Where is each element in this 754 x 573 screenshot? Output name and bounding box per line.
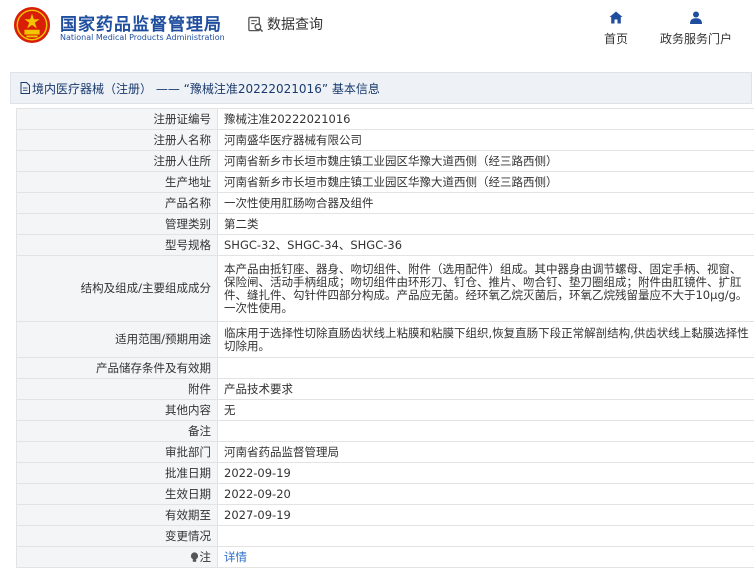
field-value: 产品技术要求 (217, 378, 754, 400)
field-label: 型号规格 (16, 234, 218, 256)
field-label: 产品储存条件及有效期 (16, 357, 218, 379)
field-value: 无 (217, 399, 754, 421)
nav-portal-label: 政务服务门户 (660, 32, 733, 46)
field-value: SHGC-32、SHGC-34、SHGC-36 (217, 234, 754, 256)
field-value: 2022-09-19 (217, 462, 754, 484)
field-label: 结构及组成/主要组成成分 (16, 255, 218, 322)
nav-service-portal[interactable]: 政务服务门户 (660, 11, 732, 47)
field-value: 临床用于选择性切除直肠齿状线上粘膜和粘膜下组织,恢复直肠下段正常解剖结构,供齿状… (217, 321, 754, 358)
table-row: 注册人名称 河南盛华医疗器械有限公司 (16, 129, 754, 151)
field-value: 河南省新乡市长垣市魏庄镇工业园区华豫大道西侧（经三路西侧） (217, 150, 754, 172)
table-row: 管理类别 第二类 (16, 213, 754, 235)
field-value: 河南省新乡市长垣市魏庄镇工业园区华豫大道西侧（经三路西侧） (217, 171, 754, 193)
page-title: 境内医疗器械（注册） —— “豫械注准20222021016” 基本信息 (32, 81, 380, 96)
field-label: 附件 (16, 378, 218, 400)
table-row: 产品储存条件及有效期 (16, 357, 754, 379)
table-row: 其他内容无 (16, 399, 754, 421)
table-row: 审批部门 河南省药品监督管理局 (16, 441, 754, 463)
table-row: 注册人住所 河南省新乡市长垣市魏庄镇工业园区华豫大道西侧（经三路西侧） (16, 150, 754, 172)
field-label: 变更情况 (16, 525, 218, 547)
national-emblem-logo[interactable] (13, 6, 51, 44)
field-value: 河南省药品监督管理局 (217, 441, 754, 463)
field-value: 豫械注准20222021016 (217, 108, 754, 130)
note-label-cell: 注 (16, 546, 218, 568)
field-label: 注册人住所 (16, 150, 218, 172)
table-row-note: 注 详情 (16, 546, 754, 568)
device-info-table: 注册证编号 豫械注准20222021016 注册人名称 河南盛华医疗器械有限公司 注… (16, 108, 754, 568)
table-row: 变更情况 (16, 525, 754, 547)
table-row: 型号规格 SHGC-32、SHGC-34、SHGC-36 (16, 234, 754, 256)
nav-home[interactable]: 首页 (604, 11, 628, 47)
table-row: 注册证编号 豫械注准20222021016 (16, 108, 754, 130)
field-label: 管理类别 (16, 213, 218, 235)
data-search-icon (248, 16, 264, 32)
field-label: 注册人名称 (16, 129, 218, 151)
field-label: 备注 (16, 420, 218, 442)
site-header: 国家药品监督管理局 National Medical Products Admi… (0, 0, 754, 60)
field-label: 产品名称 (16, 192, 218, 214)
field-label: 适用范围/预期用途 (16, 321, 218, 358)
field-label: 生效日期 (16, 483, 218, 505)
field-value: 本产品由抵钉座、器身、吻切组件、附件（选用配件）组成。其中器身由调节螺母、固定手… (217, 255, 754, 322)
data-query-link[interactable]: 数据查询 (247, 14, 323, 34)
user-icon (690, 11, 702, 24)
field-value: 第二类 (217, 213, 754, 235)
table-row: 产品名称 一次性使用肛肠吻合器及组件 (16, 192, 754, 214)
record-title-bar: 境内医疗器械（注册） —— “豫械注准20222021016” 基本信息 (10, 72, 752, 104)
note-label: 注 (199, 549, 212, 564)
field-label: 审批部门 (16, 441, 218, 463)
field-label: 批准日期 (16, 462, 218, 484)
table-row: 批准日期 2022-09-19 (16, 462, 754, 484)
table-row: 生产地址 河南省新乡市长垣市魏庄镇工业园区华豫大道西侧（经三路西侧） (16, 171, 754, 193)
lightbulb-icon (190, 551, 198, 562)
field-value (217, 357, 754, 379)
home-icon (609, 11, 623, 24)
nav-home-label: 首页 (604, 32, 629, 46)
field-label: 生产地址 (16, 171, 218, 193)
table-row: 附件 产品技术要求 (16, 378, 754, 400)
table-row: 有效期至 2027-09-19 (16, 504, 754, 526)
field-value: 2022-09-20 (217, 483, 754, 505)
brand-title[interactable]: 国家药品监督管理局 (60, 10, 222, 35)
field-value: 2027-09-19 (217, 504, 754, 526)
field-value (217, 525, 754, 547)
document-icon (20, 82, 30, 94)
field-value: 河南盛华医疗器械有限公司 (217, 129, 754, 151)
table-row: 适用范围/预期用途 临床用于选择性切除直肠齿状线上粘膜和粘膜下组织,恢复直肠下段正… (16, 321, 754, 358)
table-row: 生效日期 2022-09-20 (16, 483, 754, 505)
table-row: 结构及组成/主要组成成分 本产品由抵钉座、器身、吻切组件、附件（选用配件）组成。其… (16, 255, 754, 322)
field-label: 其他内容 (16, 399, 218, 421)
field-value (217, 420, 754, 442)
field-value: 一次性使用肛肠吻合器及组件 (217, 192, 754, 214)
field-label: 有效期至 (16, 504, 218, 526)
table-row: 备注 (16, 420, 754, 442)
details-link[interactable]: 详情 (224, 550, 247, 564)
field-label: 注册证编号 (16, 108, 218, 130)
note-value-cell: 详情 (217, 546, 754, 568)
data-query-label: 数据查询 (267, 17, 323, 33)
brand-subtitle: National Medical Products Administration (60, 33, 225, 42)
